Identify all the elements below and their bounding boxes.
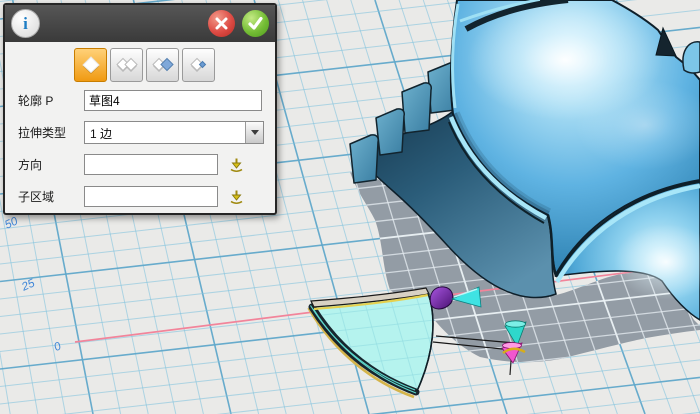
extrude-type-row: 拉伸类型 1 边 <box>18 122 275 143</box>
extrude-type-select[interactable]: 1 边 <box>84 121 264 144</box>
diamond-double-icon <box>116 55 138 75</box>
direction-input[interactable] <box>84 154 218 175</box>
pick-direction-icon <box>228 157 245 173</box>
mode-button-base[interactable] <box>74 48 107 82</box>
direction-row: 方向 <box>18 154 275 175</box>
axis-label-50: 50 <box>3 215 20 231</box>
fin-4[interactable] <box>350 135 378 183</box>
mode-button-remove[interactable] <box>146 48 179 82</box>
subregion-row: 子区域 <box>18 186 275 207</box>
mode-button-add[interactable] <box>110 48 143 82</box>
dialog-body: 轮廓 P 拉伸类型 1 边 方向 子区域 <box>5 42 275 213</box>
close-icon <box>215 17 228 30</box>
profile-input[interactable] <box>84 90 262 111</box>
subregion-picker-button[interactable] <box>228 189 245 205</box>
drag-cone-cyan-top <box>506 321 526 327</box>
profile-row: 轮廓 P <box>18 90 275 111</box>
subregion-label: 子区域 <box>18 188 84 205</box>
extrude-type-label: 拉伸类型 <box>18 124 84 141</box>
drag-cone-magenta-top <box>503 343 522 349</box>
check-icon <box>248 17 263 30</box>
extrude-type-value: 1 边 <box>85 122 245 143</box>
combo-dropdown-button[interactable] <box>245 122 263 143</box>
axis-labels: 50 25 0 <box>3 215 64 354</box>
fin-2[interactable] <box>402 83 431 133</box>
direction-label: 方向 <box>18 156 84 173</box>
extrude-mode-toolbar <box>74 48 275 82</box>
diamond-solid-icon <box>80 55 102 75</box>
mode-button-intersect[interactable] <box>182 48 215 82</box>
info-icon[interactable]: i <box>11 9 40 38</box>
profile-label: 轮廓 P <box>18 92 84 109</box>
cancel-button[interactable] <box>208 10 235 37</box>
info-glyph: i <box>23 14 28 34</box>
chevron-down-icon <box>251 130 259 135</box>
dialog-titlebar[interactable]: i <box>5 5 275 42</box>
fin-3[interactable] <box>376 109 404 155</box>
confirm-button[interactable] <box>242 10 269 37</box>
diamond-blue-small-icon <box>188 55 210 75</box>
direction-picker-button[interactable] <box>228 157 245 173</box>
pick-subregion-icon <box>228 189 245 205</box>
diamond-blue-pair-icon <box>152 55 174 75</box>
subregion-input[interactable] <box>84 186 218 207</box>
extrude-dialog: i <box>3 3 277 215</box>
